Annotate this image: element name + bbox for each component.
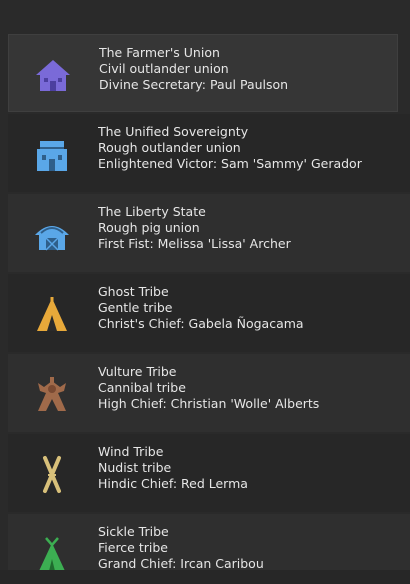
faction-row[interactable]: The Farmer's Union Civil outlander union… bbox=[8, 34, 398, 112]
faction-leader: First Fist: Melissa 'Lissa' Archer bbox=[98, 236, 291, 251]
faction-name: The Unified Sovereignty bbox=[98, 124, 249, 139]
faction-list: The Farmer's Union Civil outlander union… bbox=[0, 0, 410, 584]
faction-type: Civil outlander union bbox=[99, 61, 229, 76]
faction-name: Vulture Tribe bbox=[98, 364, 177, 379]
faction-type: Nudist tribe bbox=[98, 460, 172, 475]
outlander-house-icon bbox=[32, 135, 72, 175]
tribe-tent-icon bbox=[32, 295, 72, 335]
faction-leader: Hindic Chief: Red Lerma bbox=[98, 476, 248, 491]
faction-name: Wind Tribe bbox=[98, 444, 164, 459]
faction-type: Cannibal tribe bbox=[98, 380, 186, 395]
faction-row[interactable]: The Liberty State Rough pig union First … bbox=[8, 194, 410, 272]
pig-union-barn-icon bbox=[32, 215, 72, 255]
faction-type: Gentle tribe bbox=[98, 300, 173, 315]
faction-leader: Christ's Chief: Gabela Ñogacama bbox=[98, 316, 304, 331]
list-clip-edge bbox=[0, 570, 410, 584]
nudist-tribe-icon bbox=[32, 455, 72, 495]
faction-type: Rough pig union bbox=[98, 220, 200, 235]
faction-type: Rough outlander union bbox=[98, 140, 241, 155]
faction-leader: Enlightened Victor: Sam 'Sammy' Gerador bbox=[98, 156, 362, 171]
faction-leader: Divine Secretary: Paul Paulson bbox=[99, 77, 289, 92]
faction-type: Fierce tribe bbox=[98, 540, 168, 555]
faction-name: The Liberty State bbox=[98, 204, 206, 219]
faction-row[interactable]: The Unified Sovereignty Rough outlander … bbox=[8, 114, 410, 192]
faction-row[interactable]: Ghost Tribe Gentle tribe Christ's Chief:… bbox=[8, 274, 410, 352]
faction-name: Ghost Tribe bbox=[98, 284, 169, 299]
outlander-house-icon bbox=[33, 56, 73, 96]
fierce-tribe-tent-icon bbox=[32, 535, 72, 575]
faction-leader: High Chief: Christian 'Wolle' Alberts bbox=[98, 396, 320, 411]
faction-name: The Farmer's Union bbox=[99, 45, 220, 60]
faction-row[interactable]: Vulture Tribe Cannibal tribe High Chief:… bbox=[8, 354, 410, 432]
cannibal-tribe-icon bbox=[32, 375, 72, 415]
faction-name: Sickle Tribe bbox=[98, 524, 169, 539]
faction-row[interactable]: Wind Tribe Nudist tribe Hindic Chief: Re… bbox=[8, 434, 410, 512]
